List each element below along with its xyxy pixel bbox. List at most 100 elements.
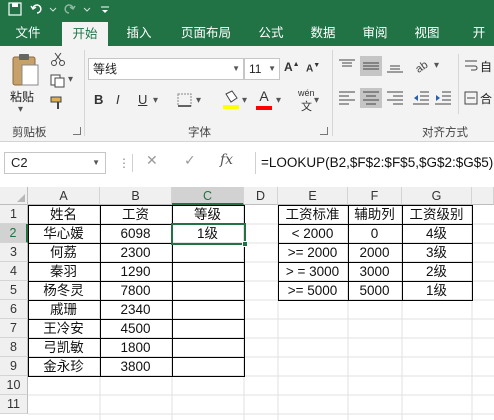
cell-c3[interactable] (172, 243, 244, 262)
column-header-a[interactable]: A (28, 187, 100, 205)
tab-home[interactable]: 开始 (62, 22, 108, 46)
orientation-icon[interactable]: ab (414, 56, 432, 74)
select-all-button[interactable] (0, 187, 28, 205)
merge-center-icon[interactable] (464, 90, 478, 106)
redo-dropdown-icon[interactable] (80, 2, 94, 16)
underline-button[interactable]: U (138, 92, 147, 107)
merge-center-label[interactable]: 合 (480, 90, 492, 107)
cell-c7[interactable] (172, 319, 244, 338)
cell-g4[interactable]: 2级 (402, 262, 472, 281)
cell-c6[interactable] (172, 300, 244, 319)
cell-g1[interactable]: 工资级别 (402, 205, 472, 224)
font-color-dropdown-icon[interactable]: ▾ (276, 95, 281, 106)
align-top-icon[interactable] (338, 58, 356, 74)
cell-a5[interactable]: 杨冬灵 (28, 281, 100, 300)
cell-b4[interactable]: 1290 (100, 262, 172, 281)
wrap-text-icon[interactable] (464, 58, 478, 74)
cell-a9[interactable]: 金永珍 (28, 357, 100, 376)
paste-label[interactable]: 粘贴 (10, 88, 34, 105)
cell-b2[interactable]: 6098 (100, 224, 172, 243)
cell-f2[interactable]: 0 (348, 224, 402, 243)
decrease-font-size-button[interactable]: A▼ (306, 62, 320, 74)
cell-b6[interactable]: 2340 (100, 300, 172, 319)
column-header-h[interactable] (472, 187, 494, 205)
bold-button[interactable]: B (94, 92, 103, 107)
row-header-2[interactable]: 2 (0, 224, 28, 243)
cell-e1[interactable]: 工资标准 (278, 205, 348, 224)
borders-icon[interactable] (176, 92, 194, 108)
cell-a3[interactable]: 何荔 (28, 243, 100, 262)
row-header-6[interactable]: 6 (0, 300, 28, 319)
row-header-11[interactable]: 11 (0, 395, 28, 414)
clipboard-launcher-icon[interactable] (73, 127, 81, 135)
column-header-e[interactable]: E (278, 187, 348, 205)
tab-page-layout[interactable]: 页面布局 (172, 20, 240, 46)
column-header-g[interactable]: G (402, 187, 472, 205)
cell-b1[interactable]: 工资 (100, 205, 172, 224)
cell-c9[interactable] (172, 357, 244, 376)
align-middle-button[interactable] (360, 56, 382, 76)
formula-input[interactable]: =LOOKUP(B2,$F$2:$F$5,$G$2:$G$5) (255, 152, 494, 174)
cell-b5[interactable]: 7800 (100, 281, 172, 300)
increase-indent-icon[interactable] (434, 90, 452, 106)
align-center-button[interactable] (360, 88, 382, 108)
customize-toolbar-icon[interactable] (98, 2, 112, 16)
fill-color-icon[interactable] (222, 90, 240, 110)
cell-a1[interactable]: 姓名 (28, 205, 100, 224)
row-header-10[interactable]: 10 (0, 376, 28, 395)
fill-handle[interactable] (242, 241, 248, 247)
cancel-icon[interactable]: ✕ (146, 152, 158, 169)
cell-f1[interactable]: 辅助列 (348, 205, 402, 224)
paste-dropdown-icon[interactable]: ▾ (18, 104, 23, 115)
column-header-c[interactable]: C (172, 187, 244, 205)
row-header-9[interactable]: 9 (0, 357, 28, 376)
increase-font-size-button[interactable]: A▲ (284, 60, 300, 74)
fill-color-dropdown-icon[interactable]: ▾ (242, 95, 247, 106)
format-painter-icon[interactable] (50, 96, 66, 110)
font-size-select[interactable]: 11 ▼ (244, 58, 280, 80)
align-left-icon[interactable] (338, 90, 356, 106)
tab-review[interactable]: 审阅 (352, 20, 398, 46)
cell-f5[interactable]: 5000 (348, 281, 402, 300)
tab-file[interactable]: 文件 (0, 20, 56, 46)
cell-b8[interactable]: 1800 (100, 338, 172, 357)
cut-icon[interactable] (50, 52, 66, 66)
cell-g2[interactable]: 4级 (402, 224, 472, 243)
row-header-5[interactable]: 5 (0, 281, 28, 300)
cell-f4[interactable]: 3000 (348, 262, 402, 281)
phonetic-dropdown-icon[interactable]: ▾ (314, 95, 319, 106)
cell-c5[interactable] (172, 281, 244, 300)
cell-b9[interactable]: 3800 (100, 357, 172, 376)
cell-a2[interactable]: 华心媛 (28, 224, 100, 243)
column-header-d[interactable]: D (244, 187, 278, 205)
align-right-icon[interactable] (386, 90, 404, 106)
cell-e2[interactable]: < 2000 (278, 224, 348, 243)
undo-dropdown-icon[interactable] (46, 2, 60, 16)
decrease-indent-icon[interactable] (412, 90, 430, 106)
copy-icon[interactable] (50, 74, 66, 88)
row-header-1[interactable]: 1 (0, 205, 28, 224)
font-name-select[interactable]: 等线 ▼ (88, 58, 244, 80)
undo-icon[interactable] (30, 2, 44, 16)
row-header-7[interactable]: 7 (0, 319, 28, 338)
row-header-4[interactable]: 4 (0, 262, 28, 281)
column-header-f[interactable]: F (348, 187, 402, 205)
orientation-dropdown-icon[interactable]: ▾ (434, 60, 439, 71)
borders-dropdown-icon[interactable]: ▾ (196, 95, 201, 106)
cell-a7[interactable]: 王冷安 (28, 319, 100, 338)
tab-developer[interactable]: 开 (464, 20, 494, 46)
tab-data[interactable]: 数据 (300, 20, 346, 46)
row-header-3[interactable]: 3 (0, 243, 28, 262)
cell-a4[interactable]: 秦羽 (28, 262, 100, 281)
cell-e3[interactable]: >= 2000 (278, 243, 348, 262)
redo-icon[interactable] (62, 2, 76, 16)
cell-g5[interactable]: 1级 (402, 281, 472, 300)
column-header-b[interactable]: B (100, 187, 172, 205)
cell-e4[interactable]: > = 3000 (278, 262, 348, 281)
insert-function-icon[interactable]: fx (220, 152, 233, 168)
italic-button[interactable]: I (116, 92, 120, 107)
cell-a6[interactable]: 戚珊 (28, 300, 100, 319)
cell-e5[interactable]: >= 5000 (278, 281, 348, 300)
font-color-icon[interactable]: A (258, 88, 270, 104)
enter-icon[interactable]: ✓ (184, 152, 196, 169)
